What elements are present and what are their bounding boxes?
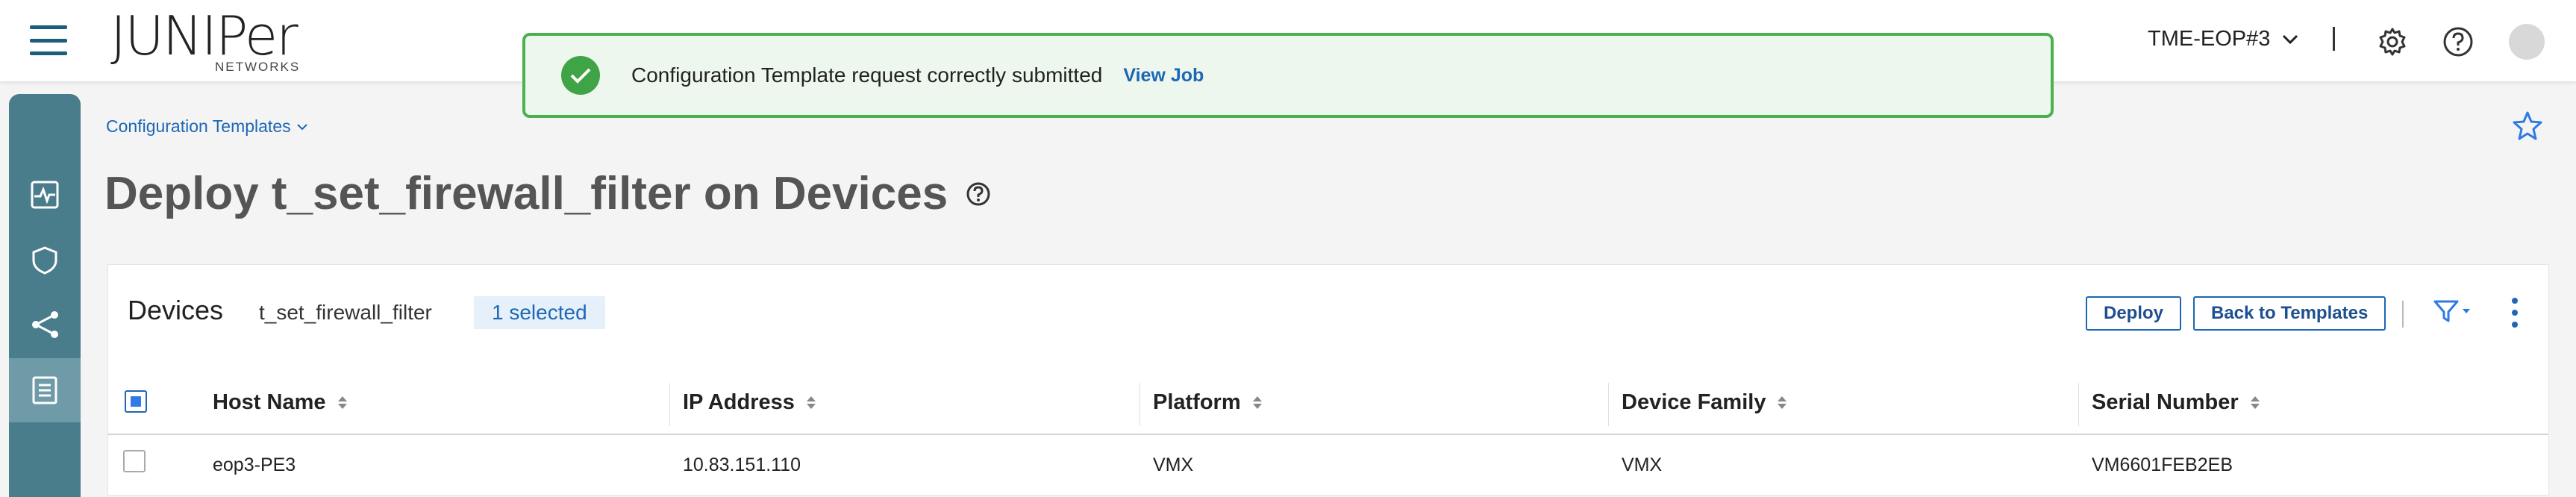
cell-device-family: VMX: [1622, 454, 1663, 475]
card-title: Devices: [128, 295, 224, 325]
star-favorite-icon[interactable]: [2512, 110, 2543, 144]
avatar[interactable]: [2509, 24, 2545, 60]
monitor-pulse-icon: [31, 181, 59, 209]
cell-platform: VMX: [1153, 454, 1194, 475]
table-header: Host Name IP Address Platform Device Fam…: [108, 372, 2548, 435]
cell-serial-number: VM6601FEB2EB: [2092, 454, 2233, 475]
caret-down-icon: [2463, 309, 2470, 313]
success-toast: Configuration Template request correctly…: [522, 33, 2054, 118]
logo-text: JUNIPer: [110, 4, 298, 67]
cell-ip-address: 10.83.151.110: [683, 454, 801, 475]
devices-card: Devices t_set_firewall_filter 1 selected…: [107, 264, 2549, 496]
hamburger-menu-icon[interactable]: [30, 25, 67, 55]
cell-host-name: eop3-PE3: [213, 454, 296, 475]
toolbar-divider: [2402, 301, 2404, 328]
filter-button[interactable]: [2433, 299, 2471, 323]
table-row[interactable]: eop3-PE3 10.83.151.110 VMX VMX VM6601FEB…: [108, 437, 2548, 496]
column-header-serial-number[interactable]: Serial Number: [2092, 390, 2260, 415]
chevron-down-icon: [296, 123, 307, 130]
left-sidebar: [9, 94, 81, 497]
tenant-label: TME-EOP#3: [2148, 27, 2271, 51]
column-header-device-family[interactable]: Device Family: [1622, 390, 1787, 415]
logo-subtext: NETWORKS: [215, 60, 301, 74]
sort-icon: [806, 396, 816, 409]
sort-icon: [1778, 396, 1787, 409]
column-header-ip-address[interactable]: IP Address: [683, 390, 816, 415]
shield-icon: [32, 246, 57, 275]
template-name: t_set_firewall_filter: [259, 301, 432, 324]
deploy-button[interactable]: Deploy: [2086, 296, 2182, 331]
check-circle-icon: [561, 56, 600, 95]
sidebar-item-monitor[interactable]: [9, 163, 81, 227]
selected-count-badge: 1 selected: [474, 296, 605, 329]
sort-icon: [2250, 396, 2260, 409]
filter-icon: [2433, 300, 2459, 322]
column-divider: [2078, 383, 2079, 426]
breadcrumb-label: Configuration Templates: [106, 116, 291, 136]
breadcrumb[interactable]: Configuration Templates: [106, 116, 307, 137]
row-checkbox[interactable]: [123, 450, 146, 472]
view-job-link[interactable]: View Job: [1123, 65, 1204, 87]
gear-icon[interactable]: [2376, 25, 2409, 58]
sort-icon: [337, 396, 347, 409]
juniper-logo[interactable]: JUNIPer NETWORKS: [110, 4, 327, 75]
help-icon[interactable]: [966, 181, 991, 207]
column-header-host-name[interactable]: Host Name: [213, 390, 347, 415]
sort-icon: [1252, 396, 1262, 409]
back-to-templates-button[interactable]: Back to Templates: [2193, 296, 2386, 331]
sidebar-item-network[interactable]: [9, 293, 81, 357]
tenant-selector[interactable]: TME-EOP#3: [2148, 27, 2298, 51]
column-divider: [1139, 383, 1140, 426]
column-divider: [669, 383, 670, 426]
toast-message: Configuration Template request correctly…: [631, 63, 1103, 87]
share-nodes-icon: [32, 311, 58, 338]
select-all-checkbox[interactable]: [125, 390, 147, 413]
page-title-wrap: Deploy t_set_firewall_filter on Devices: [104, 167, 991, 220]
column-header-platform[interactable]: Platform: [1153, 390, 1262, 415]
sidebar-item-templates[interactable]: [9, 358, 81, 422]
column-divider: [1608, 383, 1609, 426]
chevron-down-icon: [2283, 34, 2298, 44]
more-options-icon[interactable]: [2511, 298, 2519, 328]
help-icon[interactable]: [2442, 25, 2475, 58]
sidebar-item-security[interactable]: [9, 228, 81, 293]
document-icon: [32, 376, 57, 404]
header-divider: [2333, 27, 2335, 51]
page-title: Deploy t_set_firewall_filter on Devices: [104, 168, 948, 219]
